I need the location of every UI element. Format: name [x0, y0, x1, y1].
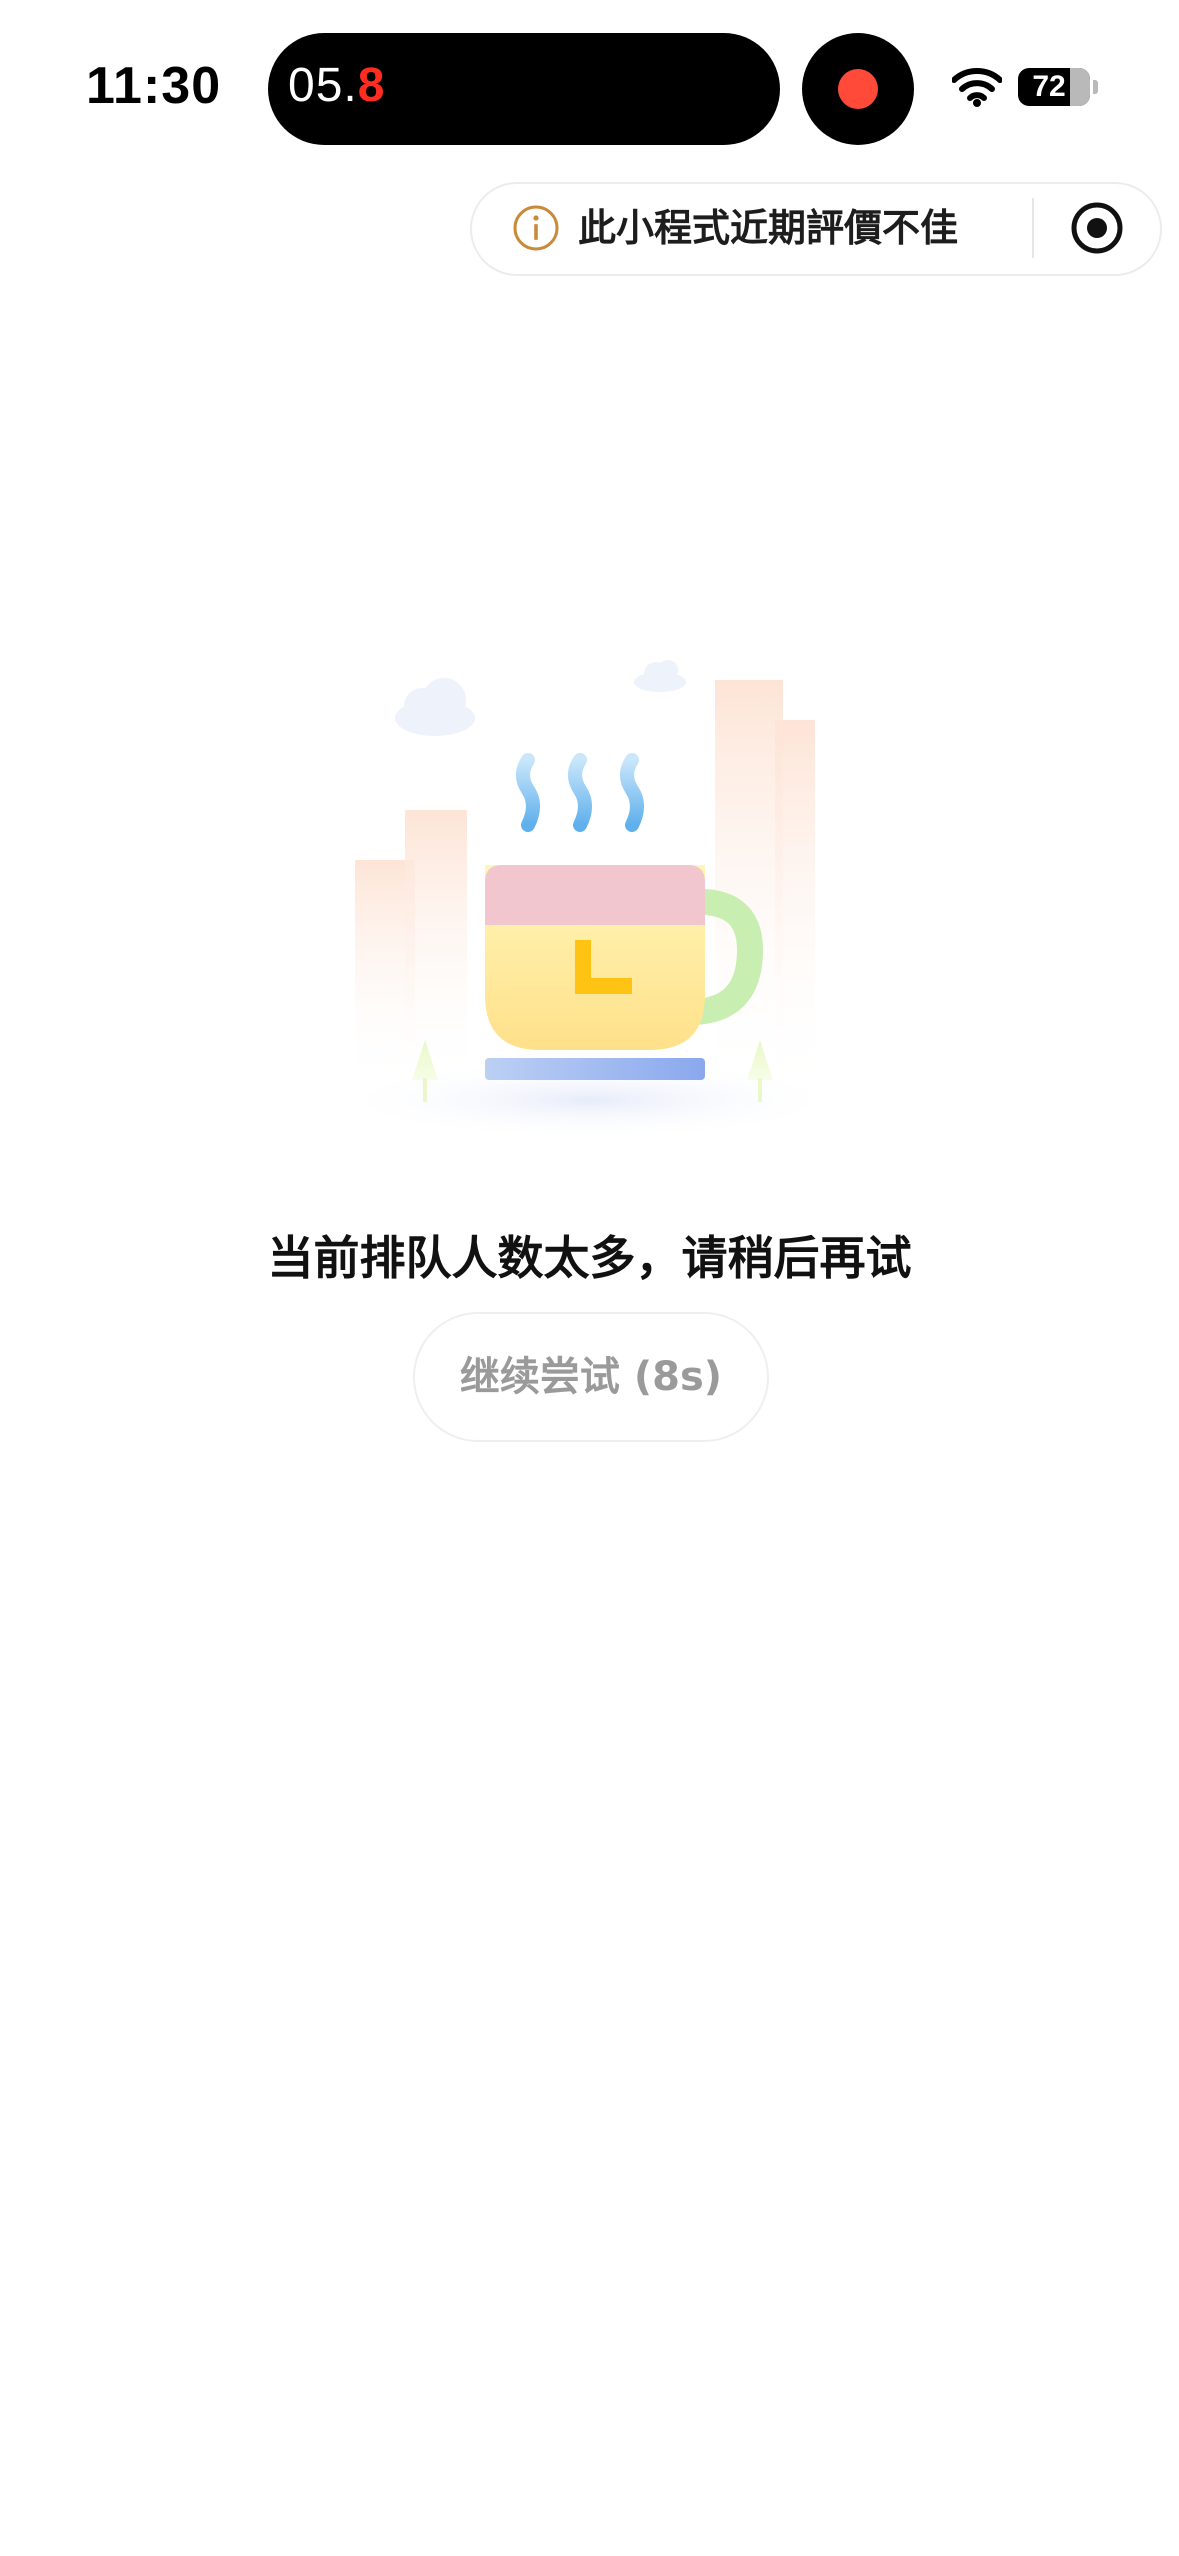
status-time: 11:30	[86, 57, 222, 115]
target-icon[interactable]	[1070, 201, 1124, 255]
battery-level: 72	[1032, 70, 1066, 103]
recording-timer: 05.8	[288, 58, 385, 113]
battery-tip	[1093, 80, 1098, 94]
coffee-cup-illustration	[330, 660, 850, 1140]
info-icon	[513, 205, 559, 251]
recording-timer-suffix: 8	[357, 59, 386, 112]
capsule-divider	[1032, 198, 1034, 258]
rating-warning-text[interactable]: 此小程式近期評價不佳	[578, 204, 958, 252]
record-icon	[838, 69, 878, 109]
recording-timer-prefix: 05.	[288, 59, 358, 112]
retry-button[interactable]: 继续尝试 (8s)	[413, 1312, 769, 1442]
battery-icon: 72	[1018, 68, 1090, 106]
queue-busy-message: 当前排队人数太多，请稍后再试	[267, 1231, 912, 1285]
wifi-icon	[952, 68, 1002, 107]
